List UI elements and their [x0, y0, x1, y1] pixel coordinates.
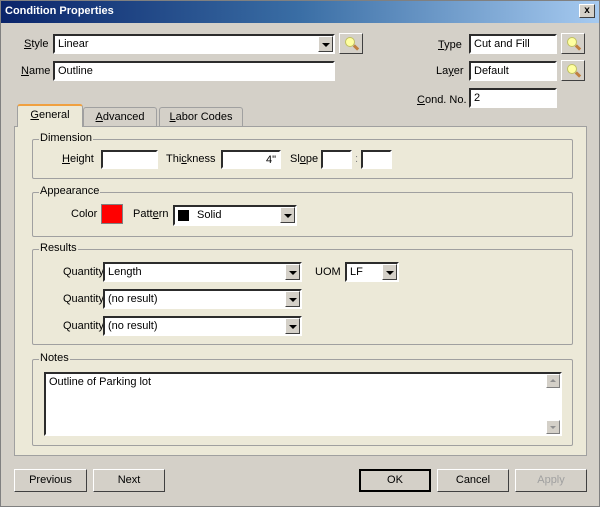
quantity2-value: (no result)	[108, 293, 158, 305]
title-bar[interactable]: Condition Properties x	[1, 1, 599, 23]
quantity1-value: Length	[108, 266, 142, 278]
height-input[interactable]	[101, 150, 158, 169]
notes-group: Notes Outline of Parking lot	[32, 352, 573, 446]
color-label: Color	[71, 208, 98, 220]
window-title: Condition Properties	[5, 5, 114, 17]
results-group-title: Results	[39, 242, 78, 254]
pattern-label-rest: rn	[158, 208, 169, 220]
name-label-accel: N	[21, 65, 29, 77]
tab-advanced[interactable]: Advanced	[83, 107, 157, 127]
next-button[interactable]: Next	[93, 469, 165, 492]
layer-value: Default	[474, 65, 509, 77]
slope-label-rest: pe	[305, 153, 319, 165]
name-value: Outline	[58, 65, 93, 77]
notes-group-title: Notes	[39, 352, 70, 364]
scroll-down-button[interactable]	[546, 420, 560, 434]
thickness-label-rest: kness	[186, 153, 216, 165]
slope-rise-input[interactable]	[321, 150, 352, 169]
quantity2-select[interactable]: (no result)	[103, 289, 302, 309]
magnifier-handle	[352, 44, 360, 51]
pattern-swatch-icon	[178, 209, 189, 221]
cond-no-label: Cond. No.	[417, 94, 467, 106]
slope-label: Slope	[290, 153, 318, 165]
type-lookup-button[interactable]	[561, 33, 585, 54]
slope-label-pre: Sl	[290, 153, 300, 165]
uom-label: UOM	[315, 266, 341, 278]
thickness-input[interactable]: 4"	[221, 150, 281, 169]
pattern-label-pre: Patt	[133, 208, 153, 220]
chevron-down-icon[interactable]	[285, 318, 300, 334]
chevron-down-icon[interactable]	[285, 291, 300, 307]
tab-labor-codes-label: abor Codes	[175, 111, 233, 123]
appearance-group-title: Appearance	[39, 185, 101, 197]
color-swatch-button[interactable]	[101, 204, 123, 224]
quantity3-value: (no result)	[108, 320, 158, 332]
quantity1-select[interactable]: Length	[103, 262, 302, 282]
chevron-down-icon[interactable]	[280, 207, 295, 223]
layer-label: Layer	[436, 65, 464, 77]
tab-advanced-label: dvanced	[102, 111, 145, 123]
layer-lookup-button[interactable]	[561, 60, 585, 81]
style-label: Style	[24, 38, 48, 50]
thickness-label-pre: Thi	[166, 153, 182, 165]
apply-button[interactable]: Apply	[515, 469, 587, 492]
layer-label-pre: La	[436, 65, 449, 77]
notes-value: Outline of Parking lot	[49, 376, 152, 388]
scroll-up-button[interactable]	[546, 374, 560, 388]
tab-general[interactable]: General	[17, 104, 83, 127]
ok-button[interactable]: OK	[359, 469, 431, 492]
pattern-select[interactable]: Solid	[173, 205, 297, 226]
uom-value: LF	[350, 266, 363, 278]
height-label-accel: H	[62, 153, 70, 165]
name-label: Name	[21, 65, 50, 77]
name-label-rest: ame	[28, 65, 51, 77]
dimension-group: Dimension Height Thickness 4" Slope :	[32, 132, 573, 179]
results-group: Results Quantity 1 Length UOM LF Quantit…	[32, 242, 573, 345]
condition-properties-dialog: Condition Properties x Style Linear Name…	[0, 0, 600, 507]
layer-input[interactable]: Default	[469, 61, 557, 81]
type-label: Type	[438, 39, 462, 51]
slope-separator: :	[355, 153, 359, 165]
pattern-value: Solid	[197, 209, 222, 221]
close-icon: x	[584, 5, 590, 16]
appearance-group: Appearance Color Pattern Solid	[32, 185, 573, 237]
style-select[interactable]: Linear	[53, 34, 335, 54]
type-value: Cut and Fill	[474, 38, 530, 50]
notes-textarea[interactable]: Outline of Parking lot	[44, 372, 562, 436]
tab-labor-codes[interactable]: Labor Codes	[159, 107, 243, 127]
tab-advanced-accel: A	[95, 111, 103, 123]
tab-general-accel: G	[30, 109, 39, 121]
slope-run-input[interactable]	[361, 150, 392, 169]
cancel-button[interactable]: Cancel	[437, 469, 509, 492]
magnifier-handle	[574, 44, 582, 51]
cond-no-input[interactable]: 2	[469, 88, 557, 108]
height-label-rest: eight	[69, 153, 94, 165]
cond-no-label-rest: ond. No.	[424, 94, 467, 106]
layer-label-rest: er	[453, 65, 464, 77]
cond-no-value: 2	[474, 92, 481, 104]
height-label: Height	[62, 153, 94, 165]
previous-button[interactable]: Previous	[14, 469, 87, 492]
pattern-label: Pattern	[133, 208, 168, 220]
style-label-rest: tyle	[31, 38, 49, 50]
chevron-down-icon[interactable]	[285, 264, 300, 280]
quantity3-select[interactable]: (no result)	[103, 316, 302, 336]
cond-no-label-accel: C	[417, 94, 425, 106]
style-value: Linear	[58, 38, 89, 50]
thickness-label: Thickness	[166, 153, 216, 165]
magnifier-handle	[574, 71, 582, 78]
tab-general-label: eneral	[38, 109, 70, 121]
dimension-group-title: Dimension	[39, 132, 93, 144]
chevron-down-icon[interactable]	[318, 36, 333, 52]
type-input[interactable]: Cut and Fill	[469, 34, 557, 54]
general-tab-panel: Dimension Height Thickness 4" Slope : Ap…	[14, 126, 587, 456]
close-button[interactable]: x	[579, 4, 595, 18]
name-input[interactable]: Outline	[53, 61, 335, 81]
chevron-down-icon[interactable]	[382, 264, 397, 280]
thickness-value: 4"	[265, 154, 276, 166]
style-lookup-button[interactable]	[339, 33, 363, 54]
uom-select[interactable]: LF	[345, 262, 399, 282]
type-label-rest: ype	[444, 39, 462, 51]
